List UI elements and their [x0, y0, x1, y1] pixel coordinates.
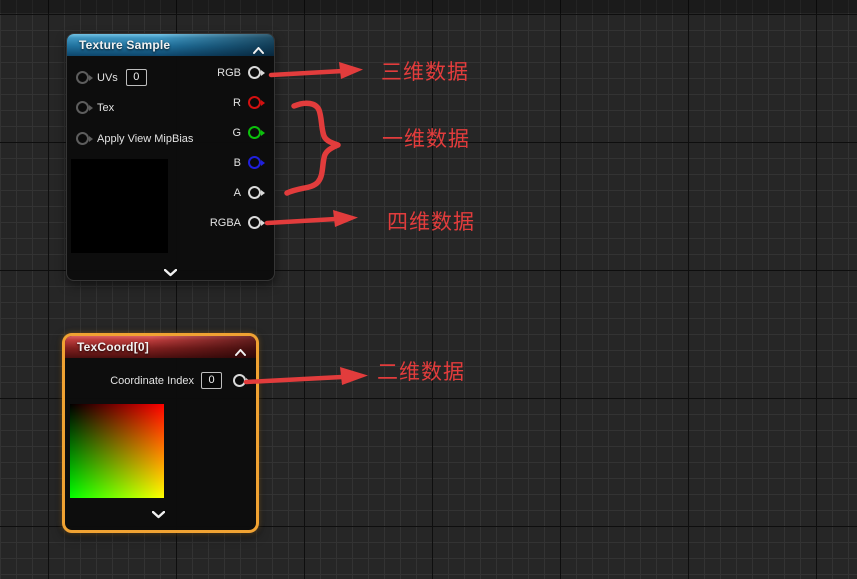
input-pin-tex[interactable] [76, 101, 89, 114]
chevron-down-icon[interactable] [152, 506, 165, 524]
output-pin-b[interactable] [248, 156, 261, 169]
output-label: RGBA [210, 217, 241, 229]
output-pin-uv[interactable] [233, 374, 246, 387]
coordinate-index-value-box[interactable]: 0 [201, 372, 222, 389]
uvs-value-box[interactable]: 0 [126, 69, 147, 86]
output-row-rgba: RGBA [210, 216, 261, 229]
node-title: Texture Sample [67, 38, 170, 52]
annotation-4d-data: 四维数据 [387, 212, 475, 233]
node-texcoord-header[interactable]: TexCoord[0] [65, 336, 256, 358]
chevron-up-icon[interactable] [253, 41, 264, 59]
output-row-a: A [234, 186, 261, 199]
input-pin-uvs[interactable] [76, 71, 89, 84]
arrow-texcoord-icon [246, 367, 368, 385]
arrow-rgba-icon [267, 210, 358, 227]
brace-icon [287, 103, 338, 193]
input-label: UVs [97, 72, 118, 84]
material-graph-canvas[interactable]: Texture Sample UVs 0 Tex Apply View MipB… [0, 0, 857, 579]
canvas-top-shade [0, 0, 857, 13]
output-row-g: G [232, 126, 261, 139]
input-pin-mipbias[interactable] [76, 132, 89, 145]
output-label: RGB [217, 67, 241, 79]
texture-preview [71, 159, 168, 253]
output-row-rgb: RGB [217, 66, 261, 79]
input-row-tex: Tex [76, 101, 114, 114]
input-row-coordinate-index: Coordinate Index 0 [95, 372, 246, 389]
annotation-2d-data: 二维数据 [377, 362, 465, 383]
output-pin-rgba[interactable] [248, 216, 261, 229]
node-title: TexCoord[0] [65, 340, 149, 354]
output-label: B [234, 157, 241, 169]
chevron-up-icon[interactable] [235, 343, 246, 361]
input-row-uvs: UVs 0 [76, 69, 147, 86]
node-texture-sample-header[interactable]: Texture Sample [67, 34, 274, 56]
output-label: G [232, 127, 241, 139]
output-label: R [233, 97, 241, 109]
output-pin-a[interactable] [248, 186, 261, 199]
uv-gradient-preview [70, 404, 164, 498]
chevron-down-icon[interactable] [164, 264, 177, 282]
arrow-rgb-icon [271, 62, 363, 79]
node-texcoord[interactable]: TexCoord[0] Coordinate Index 0 [62, 333, 259, 533]
input-label: Tex [97, 102, 114, 114]
input-label: Coordinate Index [110, 375, 194, 387]
annotation-3d-data: 三维数据 [381, 62, 469, 83]
input-label: Apply View MipBias [97, 133, 193, 145]
output-label: A [234, 187, 241, 199]
annotation-1d-data: 一维数据 [382, 129, 470, 150]
node-texture-sample[interactable]: Texture Sample UVs 0 Tex Apply View MipB… [66, 33, 275, 281]
output-pin-g[interactable] [248, 126, 261, 139]
output-pin-r[interactable] [248, 96, 261, 109]
output-row-r: R [233, 96, 261, 109]
input-row-mipbias: Apply View MipBias [76, 132, 193, 145]
output-row-b: B [234, 156, 261, 169]
output-pin-rgb[interactable] [248, 66, 261, 79]
